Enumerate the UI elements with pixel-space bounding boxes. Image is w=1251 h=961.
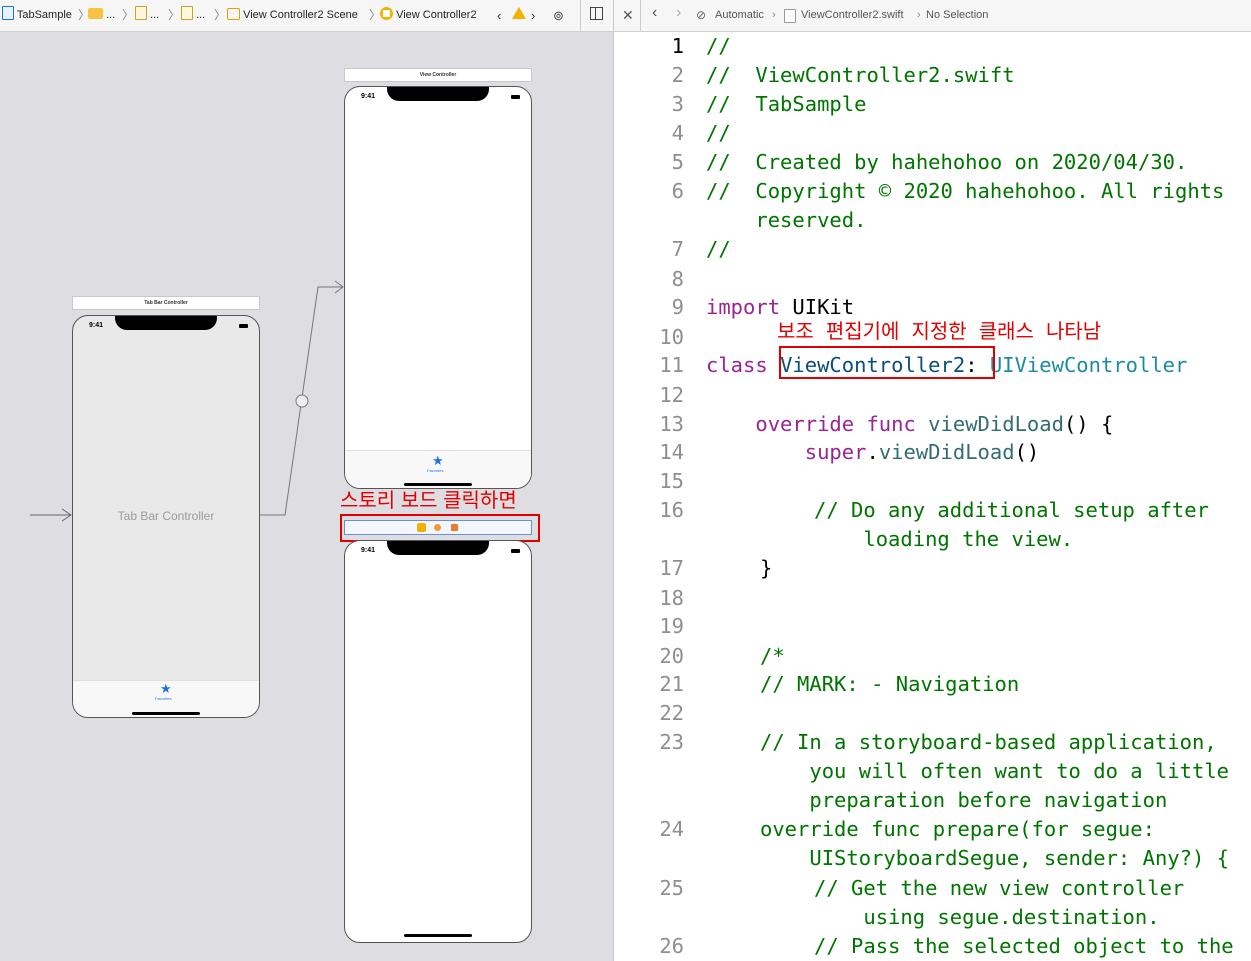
view-controller-icon[interactable] [417,523,426,532]
line-number: 26 [659,934,684,958]
code-line-24-wrap[interactable]: UIStoryboardSegue, sender: Any?) { [760,846,1229,870]
code-line-1[interactable]: // [706,34,731,58]
battery-icon [511,549,520,553]
code-line-5[interactable]: // Created by hahehohoo on 2020/04/30. [706,150,1187,174]
line-number: 24 [659,817,684,841]
device-notch [387,87,489,101]
star-icon: ★ [160,681,172,696]
forward-icon[interactable]: › [676,4,681,22]
status-time: 9:41 [89,322,104,329]
code-line-20[interactable]: /* [760,644,785,668]
battery-icon [511,95,520,99]
view-controller2-scene[interactable]: 9:41 [344,540,532,943]
code-line-7[interactable]: // [706,237,731,261]
divider [640,0,641,31]
scene-center-label: Tab Bar Controller [117,509,215,523]
annotation-highlight-box [779,346,995,379]
code-line-23-wrap[interactable]: preparation before navigation [760,788,1167,812]
code-line-24[interactable]: override func prepare(for segue: [760,817,1155,841]
line-number: 6 [671,179,684,203]
line-number: 5 [671,150,684,174]
device-notch [115,316,217,330]
line-number: 3 [671,92,684,116]
code-line-17[interactable]: } [760,556,772,580]
code-line-6-wrap[interactable]: reserved. [706,208,866,232]
code-line-21[interactable]: // MARK: - Navigation [760,672,1019,696]
line-number: 13 [659,412,684,436]
line-number: 9 [671,295,684,319]
tab-item-label: Favorites [155,696,172,701]
code-line-14[interactable]: super.viewDidLoad() [706,440,1040,464]
line-number: 22 [659,701,684,725]
close-editor-icon[interactable]: ✕ [622,7,634,24]
breadcrumb-separator-icon: › [917,9,921,21]
home-indicator [404,934,472,937]
storyboard-canvas[interactable]: TabSample 〉 ... 〉 ... 〉 ... 〉 View Contr… [0,0,613,961]
swift-file-icon [784,9,796,24]
code-line-26[interactable]: // Pass the selected object to the [814,934,1234,958]
line-number: 4 [671,121,684,145]
breadcrumb-file[interactable]: ViewController2.swift [801,9,904,21]
line-number: 10 [659,325,684,349]
scene-title-bar[interactable]: Tab Bar Controller [72,296,260,310]
exit-icon[interactable] [451,524,458,531]
code-line-6[interactable]: // Copyright © 2020 hahehohoo. All right… [706,179,1224,203]
line-number: 2 [671,63,684,87]
line-number: 11 [659,353,684,377]
battery-icon [239,324,248,328]
relationship-segue-icon [295,394,309,408]
breadcrumb-selection[interactable]: No Selection [926,9,988,21]
line-number: 21 [659,672,684,696]
first-responder-icon[interactable] [434,524,441,531]
back-icon[interactable]: ‹ [652,4,657,22]
code-line-23-wrap[interactable]: you will often want to do a little [760,759,1229,783]
code-line-4[interactable]: // [706,121,731,145]
status-time: 9:41 [361,93,376,100]
code-line-25[interactable]: // Get the new view controller [814,876,1184,900]
scene-dock-bar[interactable] [344,520,532,535]
code-line-13[interactable]: override func viewDidLoad() { [706,412,1113,436]
view-controller-scene[interactable]: 9:41 ★ Favorites [344,86,532,489]
line-number: 7 [671,237,684,261]
code-line-23[interactable]: // In a storyboard-based application, [760,730,1217,754]
tab-bar[interactable]: ★ Favorites [73,680,259,717]
code-line-16[interactable]: // Do any additional setup after [814,498,1209,522]
code-line-25-wrap[interactable]: using segue.destination. [814,905,1159,929]
line-number: 23 [659,730,684,754]
line-number: 18 [659,586,684,610]
code-line-2[interactable]: // ViewController2.swift [706,63,1015,87]
automatic-mode[interactable]: Automatic [715,9,764,21]
line-number: 20 [659,644,684,668]
line-number: 1 [671,34,684,58]
line-number: 19 [659,614,684,638]
automatic-mode-icon[interactable]: ⊘ [696,8,706,22]
scene-title-bar[interactable]: View Controller [344,68,532,82]
tab-item-label: Favorites [427,468,444,473]
annotation-class-shown: 보조 편집기에 지정한 클래스 나타남 [777,319,1102,343]
line-number: 15 [659,469,684,493]
device-notch [387,541,489,555]
editor-jump-bar: ✕ ‹ › ⊘ Automatic › ViewController2.swif… [614,0,1251,32]
breadcrumb-separator-icon: › [772,9,776,21]
line-number: 12 [659,383,684,407]
annotation-storyboard-click: 스토리 보드 클릭하면 [340,490,517,512]
tab-bar-controller-scene[interactable]: 9:41 Tab Bar Controller ★ Favorites [72,315,260,718]
star-icon: ★ [432,453,444,468]
line-number: 17 [659,556,684,580]
line-number: 14 [659,440,684,464]
status-time: 9:41 [361,547,376,554]
line-number: 8 [671,267,684,291]
home-indicator [132,712,200,715]
line-number: 25 [659,876,684,900]
code-line-16-wrap[interactable]: loading the view. [814,527,1073,551]
assistant-editor[interactable]: ✕ ‹ › ⊘ Automatic › ViewController2.swif… [614,0,1251,961]
code-line-3[interactable]: // TabSample [706,92,866,116]
line-number: 16 [659,498,684,522]
